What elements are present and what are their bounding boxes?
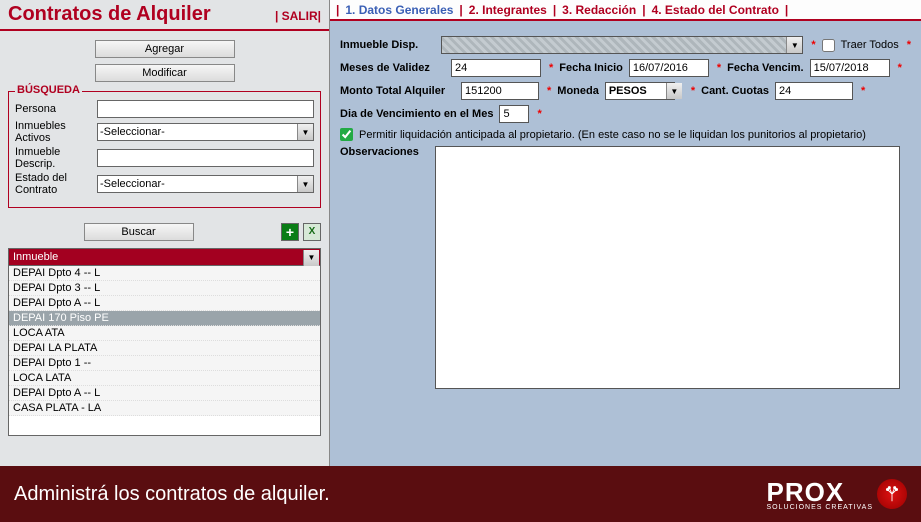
- label-persona: Persona: [15, 103, 97, 115]
- list-item[interactable]: DEPAI Dpto 4 -- L: [9, 266, 320, 281]
- add-icon[interactable]: +: [281, 223, 299, 241]
- label-inm-activos: Inmuebles Activos: [15, 120, 97, 144]
- required-icon: *: [861, 85, 865, 97]
- label-dia-venc: Dia de Vencimiento en el Mes: [340, 108, 493, 120]
- required-icon: *: [898, 62, 902, 74]
- list-item[interactable]: DEPAI 170 Piso PE: [9, 311, 320, 326]
- logo-subtext: SOLUCIONES CREATIVAS: [767, 504, 873, 511]
- excel-icon[interactable]: X: [303, 223, 321, 241]
- required-icon: *: [907, 39, 911, 51]
- divider: [0, 29, 329, 31]
- search-button[interactable]: Buscar: [84, 223, 194, 241]
- list-item[interactable]: DEPAI Dpto 1 --: [9, 356, 320, 371]
- observaciones-textarea[interactable]: [435, 146, 900, 389]
- add-button[interactable]: Agregar: [95, 40, 235, 58]
- modify-button[interactable]: Modificar: [95, 64, 235, 82]
- cuotas-input[interactable]: [775, 82, 853, 100]
- label-inmueble-disp: Inmueble Disp.: [340, 39, 435, 51]
- required-icon: *: [537, 108, 541, 120]
- tab-redaccion[interactable]: 3. Redacción: [562, 3, 636, 17]
- required-icon: *: [547, 85, 551, 97]
- list-item[interactable]: DEPAI Dpto A -- L: [9, 386, 320, 401]
- required-icon: *: [549, 62, 553, 74]
- estado-select[interactable]: [97, 175, 314, 193]
- list-item[interactable]: LOCA LATA: [9, 371, 320, 386]
- form-area: Inmueble Disp. ▼ * Traer Todos * Meses d…: [330, 21, 921, 399]
- app-title: Contratos de Alquiler: [8, 3, 211, 26]
- tab-datos-generales[interactable]: 1. Datos Generales: [345, 3, 453, 17]
- list-item[interactable]: DEPAI Dpto A -- L: [9, 296, 320, 311]
- permitir-checkbox[interactable]: [340, 128, 353, 141]
- fecha-venc-input[interactable]: [810, 59, 890, 77]
- chevron-down-icon: ▼: [303, 250, 319, 266]
- required-icon: *: [811, 39, 815, 51]
- meses-input[interactable]: [451, 59, 541, 77]
- inm-activos-select[interactable]: [97, 123, 314, 141]
- required-icon: *: [717, 62, 721, 74]
- label-monto: Monto Total Alquiler: [340, 85, 455, 97]
- list-item[interactable]: DEPAI Dpto 3 -- L: [9, 281, 320, 296]
- list-header[interactable]: Inmueble ▼: [8, 248, 321, 266]
- banner-text: Administrá los contratos de alquiler.: [14, 483, 330, 506]
- label-fecha-venc: Fecha Vencim.: [727, 62, 803, 74]
- moneda-select[interactable]: [605, 82, 675, 100]
- results-list[interactable]: DEPAI Dpto 4 -- LDEPAI Dpto 3 -- LDEPAI …: [8, 266, 321, 436]
- dia-venc-input[interactable]: [499, 105, 529, 123]
- list-item[interactable]: DEPAI LA PLATA: [9, 341, 320, 356]
- list-header-label: Inmueble: [13, 251, 58, 263]
- label-cuotas: Cant. Cuotas: [701, 85, 769, 97]
- label-permitir: Permitir liquidación anticipada al propi…: [359, 129, 866, 141]
- footer-banner: Administrá los contratos de alquiler. PR…: [0, 466, 921, 522]
- list-item[interactable]: CASA PLATA - LA: [9, 401, 320, 416]
- right-panel: | 1. Datos Generales | 2. Integrantes | …: [330, 0, 921, 466]
- search-legend: BÚSQUEDA: [15, 84, 82, 96]
- search-fieldset: BÚSQUEDA Persona Inmuebles Activos ▼ Inm…: [8, 91, 321, 208]
- label-meses: Meses de Validez: [340, 62, 445, 74]
- tab-integrantes[interactable]: 2. Integrantes: [469, 3, 547, 17]
- label-estado: Estado del Contrato: [15, 172, 97, 196]
- label-moneda: Moneda: [557, 85, 599, 97]
- label-traer-todos: Traer Todos: [841, 39, 899, 51]
- tab-estado-contrato[interactable]: 4. Estado del Contrato: [652, 3, 779, 17]
- logo-circuit-icon: [877, 479, 907, 509]
- inmueble-disp-select[interactable]: [441, 36, 803, 54]
- left-panel: Contratos de Alquiler | SALIR| Agregar M…: [0, 0, 330, 466]
- list-item[interactable]: LOCA ATA: [9, 326, 320, 341]
- monto-input[interactable]: [461, 82, 539, 100]
- label-observaciones: Observaciones: [340, 146, 435, 158]
- brand-logo: PROX SOLUCIONES CREATIVAS: [767, 477, 907, 511]
- traer-todos-checkbox[interactable]: [822, 39, 835, 52]
- logo-text: PROX: [767, 477, 845, 507]
- exit-link[interactable]: | SALIR|: [275, 9, 321, 23]
- inm-descrip-input[interactable]: [97, 149, 314, 167]
- label-inm-descrip: Inmueble Descrip.: [15, 146, 97, 170]
- tab-bar: | 1. Datos Generales | 2. Integrantes | …: [330, 0, 921, 21]
- persona-input[interactable]: [97, 100, 314, 118]
- required-icon: *: [691, 85, 695, 97]
- label-fecha-inicio: Fecha Inicio: [559, 62, 623, 74]
- fecha-inicio-input[interactable]: [629, 59, 709, 77]
